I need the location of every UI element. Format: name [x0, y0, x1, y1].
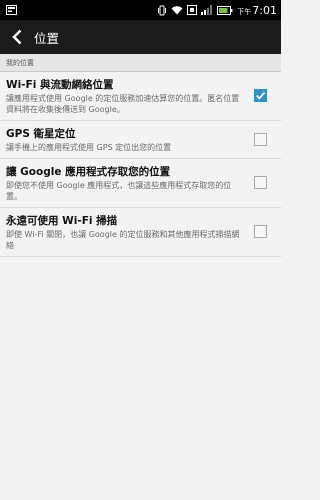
back-button[interactable] — [2, 20, 32, 54]
checkmark-icon — [255, 86, 266, 105]
checkbox-wifi-scanning[interactable] — [254, 225, 267, 238]
vibrate-icon — [157, 5, 167, 16]
page-title: 位置 — [34, 30, 60, 46]
setting-title: 永遠可使用 Wi-Fi 掃描 — [6, 215, 118, 227]
setting-summary: 即使您不使用 Google 應用程式，也讓這些應用程式存取您的位置。 — [6, 181, 232, 201]
status-left — [6, 5, 17, 15]
clock-prefix: 下午 — [237, 7, 252, 16]
chevron-left-icon — [11, 29, 23, 45]
action-bar: 位置 — [0, 20, 281, 54]
setting-row-gps[interactable]: GPS 衛星定位 讓手機上的應用程式使用 GPS 定位出您的位置 — [0, 121, 281, 159]
notification-icon — [6, 5, 17, 15]
section-header: 我的位置 — [0, 54, 281, 72]
setting-row-google-apps-location[interactable]: 讓 Google 應用程式存取您的位置 即使您不使用 Google 應用程式，也… — [0, 159, 281, 208]
battery-icon — [217, 5, 233, 15]
setting-summary: 讓手機上的應用程式使用 GPS 定位出您的位置 — [6, 143, 172, 152]
status-bar: 下午7:01 — [0, 0, 281, 20]
signal-icon — [201, 5, 213, 15]
clock: 下午7:01 — [237, 4, 277, 17]
setting-title: GPS 衛星定位 — [6, 128, 76, 140]
setting-title: Wi-Fi 與流動網絡位置 — [6, 79, 114, 91]
setting-summary: 即使 Wi-Fi 關閉，也讓 Google 的定位服務和其他應用程式掃描網絡 — [6, 230, 240, 250]
setting-title: 讓 Google 應用程式存取您的位置 — [6, 166, 171, 178]
nfc-icon — [187, 5, 198, 15]
setting-summary: 讓應用程式使用 Google 的定位服務加速估算您的位置。匿名位置資料將在收集後… — [6, 94, 240, 114]
status-right: 下午7:01 — [157, 4, 277, 17]
wifi-icon — [171, 5, 183, 15]
checkbox-wifi-location[interactable] — [254, 89, 267, 102]
setting-row-wifi-location[interactable]: Wi-Fi 與流動網絡位置 讓應用程式使用 Google 的定位服務加速估算您的… — [0, 72, 281, 121]
setting-row-wifi-scanning[interactable]: 永遠可使用 Wi-Fi 掃描 即使 Wi-Fi 關閉，也讓 Google 的定位… — [0, 208, 281, 257]
settings-content: 我的位置 Wi-Fi 與流動網絡位置 讓應用程式使用 Google 的定位服務加… — [0, 54, 281, 257]
clock-time: 7:01 — [252, 3, 277, 17]
checkbox-google-apps-location[interactable] — [254, 176, 267, 189]
checkbox-gps[interactable] — [254, 132, 267, 146]
